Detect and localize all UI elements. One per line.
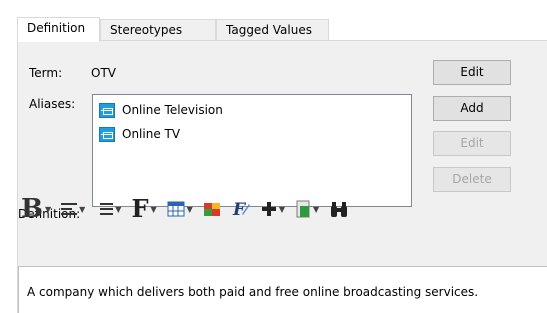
add-alias-button[interactable]: Add [433,96,511,121]
chevron-down-icon: ▼ [186,204,193,214]
term-label: Term: [29,66,63,80]
align-dropdown[interactable]: ▼ [61,203,85,215]
table-dropdown[interactable]: ▼ [167,201,193,217]
chevron-down-icon: ▼ [115,204,122,214]
chevron-down-icon: ▼ [150,204,157,214]
term-value: OTV [91,66,116,80]
format-button[interactable]: F [231,200,251,218]
aliases-label: Aliases: [29,97,76,111]
delete-alias-button[interactable]: Delete [433,167,511,192]
aliases-list[interactable]: Online Television Online TV [92,94,412,207]
edit-term-button[interactable]: Edit [433,60,511,85]
font-icon: F [131,194,149,223]
list-dropdown[interactable]: ▼ [95,203,121,215]
chevron-down-icon: ▼ [79,204,86,214]
tab-definition[interactable]: Definition [17,17,100,42]
list-icon [95,203,114,215]
bold-dropdown[interactable]: B ▼ [21,196,51,222]
chevron-down-icon: ▼ [278,204,285,214]
alias-item[interactable]: Online Television [99,101,223,119]
alias-item[interactable]: Online TV [99,125,180,143]
font-dropdown[interactable]: F ▼ [131,196,156,222]
alias-label: Online Television [122,103,223,117]
tab-strip: Definition Stereotypes Tagged Values [17,17,547,42]
bold-icon: B [21,194,43,224]
insert-dropdown[interactable]: ▼ [261,201,285,217]
align-icon [61,203,78,215]
paste-icon [296,200,310,218]
chevron-down-icon: ▼ [44,204,52,214]
definition-editor[interactable]: A company which delivers both paid and f… [18,266,547,313]
table-icon [167,201,185,217]
definition-panel: Term: OTV Edit Aliases: Online Televisio… [17,41,547,313]
insert-icon [261,202,276,216]
alias-label: Online TV [122,127,181,141]
format-icon: F [232,200,250,218]
color-button[interactable] [203,200,221,218]
svg-text:F: F [232,200,247,218]
chevron-down-icon: ▼ [312,204,320,214]
paste-dropdown[interactable]: ▼ [295,200,319,218]
rich-text-toolbar: B ▼ ▼ ▼ F ▼ ▼ F ▼ ▼ [21,192,359,226]
find-icon [331,202,348,217]
color-icon [203,203,220,216]
tab-tagged-values[interactable]: Tagged Values [216,19,329,41]
edit-alias-button[interactable]: Edit [433,131,511,156]
tab-stereotypes[interactable]: Stereotypes [100,19,216,41]
find-button[interactable] [329,200,349,218]
alias-icon [99,102,115,118]
definition-text: A company which delivers both paid and f… [27,285,479,299]
alias-icon [99,126,115,142]
